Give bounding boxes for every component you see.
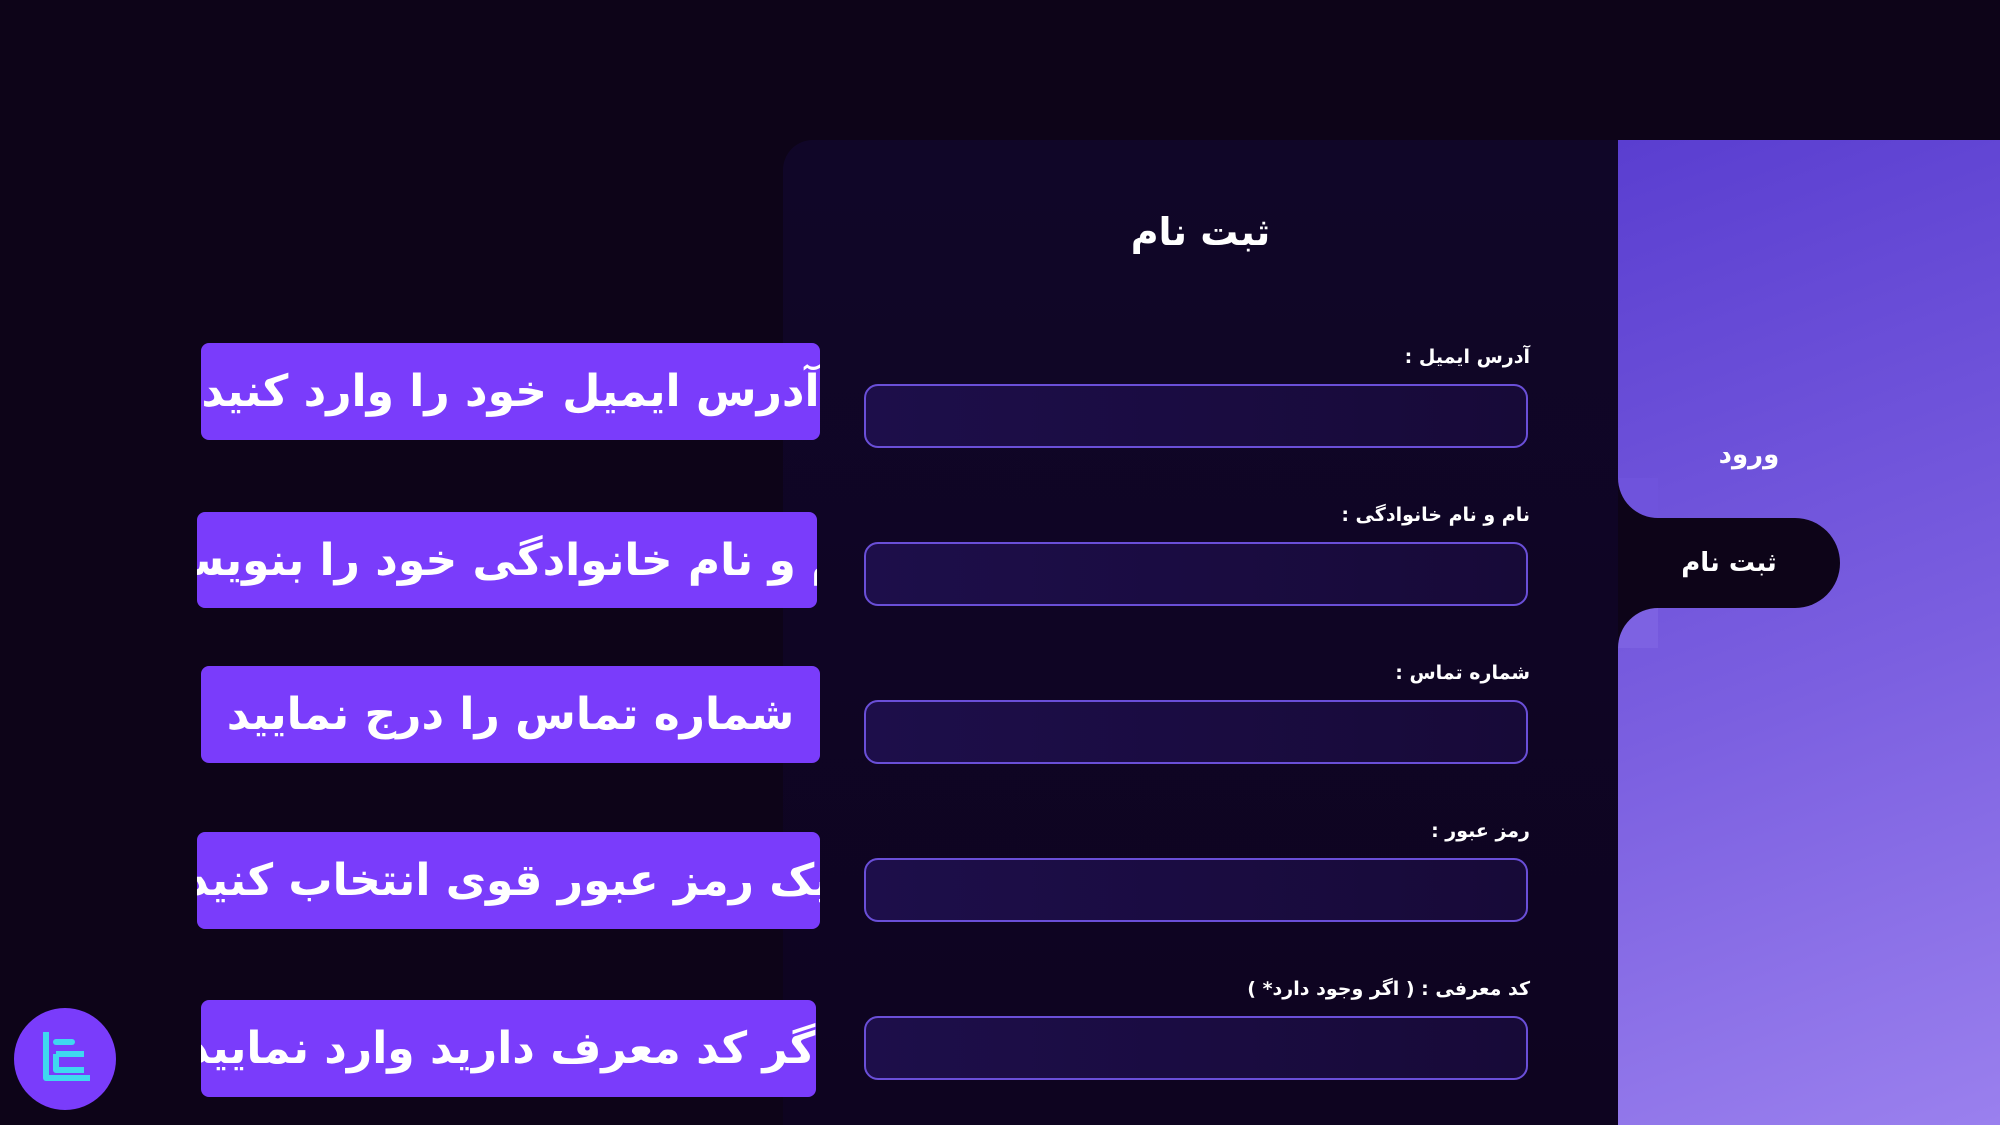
password-label: رمز عبور : (1431, 820, 1530, 842)
tab-login-label: ورود (1718, 440, 1780, 470)
callout-phone: شماره تماس را درج نمایید (201, 666, 820, 763)
fullname-label: نام و نام خانوادگی : (1341, 504, 1530, 526)
referral-code-label: کد معرفی : ( اگر وجود دارد* ) (1247, 978, 1530, 1000)
email-input[interactable] (864, 384, 1528, 448)
tab-register-label: ثبت نام (1681, 548, 1777, 578)
auth-sidebar: ورود (1618, 140, 2000, 1125)
tab-register[interactable]: ثبت نام (1618, 518, 1840, 608)
phone-input[interactable] (864, 700, 1528, 764)
email-label: آدرس ایمیل : (1404, 346, 1530, 368)
fullname-input[interactable] (864, 542, 1528, 606)
referral-code-input[interactable] (864, 1016, 1528, 1080)
page-title: ثبت نام (1130, 210, 1271, 254)
callout-referral: اگر کد معرف دارید وارد نمایید (201, 1000, 816, 1097)
brand-logo-icon (14, 1008, 116, 1110)
brand-logo-glyph (43, 1032, 90, 1081)
callout-password: یک رمز عبور قوی انتخاب کنید (197, 832, 820, 929)
callout-email: آدرس ایمیل خود را وارد کنید (201, 343, 820, 440)
tab-login[interactable]: ورود (1618, 440, 2000, 470)
phone-label: شماره تماس : (1395, 662, 1530, 684)
password-input[interactable] (864, 858, 1528, 922)
callout-fullname: نام و نام خانوادگی خود را بنویسید (197, 512, 817, 608)
